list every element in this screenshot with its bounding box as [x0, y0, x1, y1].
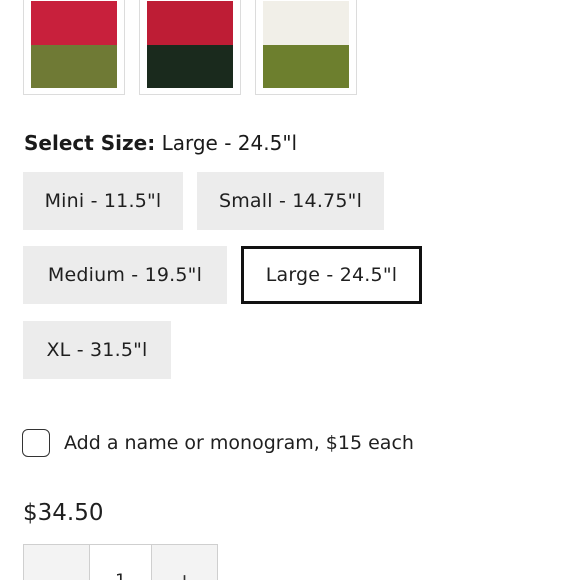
- size-option-label: Mini - 11.5"l: [44, 190, 162, 212]
- size-option-medium[interactable]: Medium - 19.5"l: [23, 246, 227, 304]
- size-option-mini[interactable]: Mini - 11.5"l: [23, 172, 183, 230]
- monogram-checkbox[interactable]: [22, 429, 50, 457]
- color-swatch[interactable]: [255, 0, 357, 95]
- size-option-label: Small - 14.75"l: [218, 190, 363, 212]
- monogram-label: Add a name or monogram, $15 each: [64, 432, 414, 454]
- selected-size-value: Large - 24.5"l: [161, 131, 298, 155]
- monogram-option[interactable]: Add a name or monogram, $15 each: [22, 429, 414, 457]
- color-swatch[interactable]: [23, 0, 125, 95]
- size-label: Select Size:: [24, 131, 156, 155]
- size-option-label: Large - 24.5"l: [265, 264, 398, 286]
- increment-button[interactable]: +: [152, 545, 217, 580]
- size-option-label: XL - 31.5"l: [46, 339, 148, 361]
- swatch-bottom: [263, 44, 349, 88]
- color-swatch[interactable]: [139, 0, 241, 95]
- price: $34.50: [23, 500, 104, 526]
- size-option-label: Medium - 19.5"l: [47, 264, 203, 286]
- swatch-top: [147, 1, 233, 45]
- quantity-value[interactable]: 1: [89, 545, 152, 580]
- size-option-large[interactable]: Large - 24.5"l: [241, 246, 422, 304]
- swatch-top: [31, 1, 117, 45]
- decrement-button[interactable]: −: [24, 545, 89, 580]
- swatch-bottom: [31, 44, 117, 88]
- swatch-top: [263, 1, 349, 45]
- product-options-panel: Select Size: Large - 24.5"l Mini - 11.5"…: [0, 0, 580, 580]
- size-option-small[interactable]: Small - 14.75"l: [197, 172, 384, 230]
- quantity-stepper: − 1 +: [23, 544, 218, 580]
- size-option-xl[interactable]: XL - 31.5"l: [23, 321, 171, 379]
- size-heading: Select Size: Large - 24.5"l: [24, 131, 297, 155]
- swatch-bottom: [147, 44, 233, 88]
